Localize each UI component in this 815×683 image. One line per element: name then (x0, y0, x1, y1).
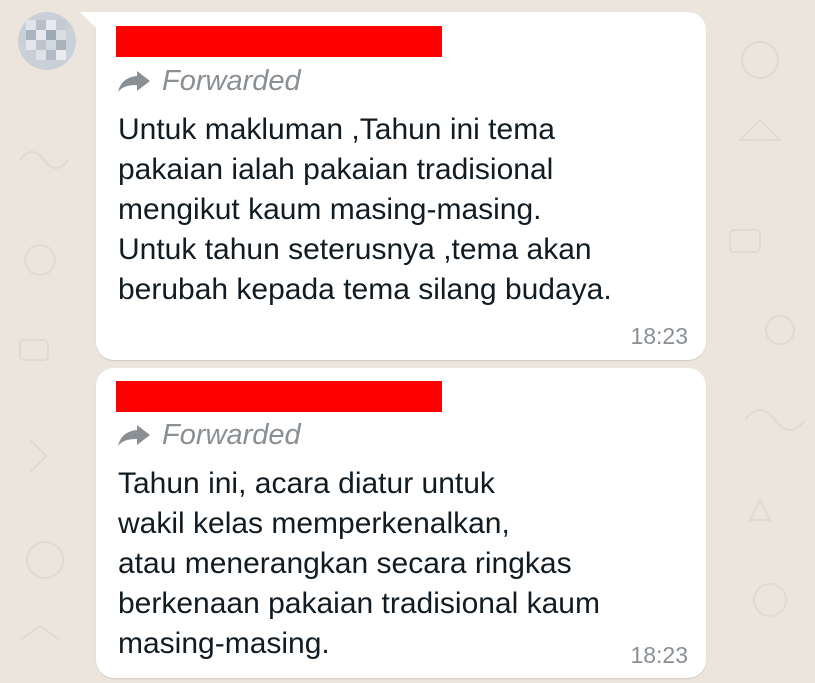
message-bubble[interactable]: Forwarded Tahun ini, acara diatur untuk … (96, 368, 706, 678)
message-line: Tahun ini, acara diatur untuk (118, 467, 495, 500)
redacted-sender-name (116, 26, 442, 57)
message-line: Untuk makluman ,Tahun ini tema (118, 113, 555, 146)
message-line: berkenaan pakaian tradisional kaum (118, 587, 600, 620)
message-text: Tahun ini, acara diatur untuk wakil kela… (118, 464, 693, 664)
message-line: Untuk tahun seterusnya ,tema akan (118, 233, 592, 266)
contact-avatar[interactable] (18, 12, 76, 70)
message-line: berubah kepada tema silang budaya. (118, 273, 612, 306)
redacted-sender-name (116, 381, 442, 412)
message-line: atau menerangkan secara ringkas (118, 547, 572, 580)
message-line: mengikut kaum masing-masing. (118, 193, 542, 226)
message-timestamp: 18:23 (630, 642, 688, 668)
message-line: masing-masing. (118, 627, 330, 660)
message-line: pakaian ialah pakaian tradisional (118, 153, 554, 186)
message-line: wakil kelas memperkenalkan, (118, 507, 510, 540)
message-text: Untuk makluman ,Tahun ini tema pakaian i… (118, 110, 693, 310)
message-timestamp: 18:23 (630, 323, 688, 349)
message-bubble[interactable]: Forwarded Untuk makluman ,Tahun ini tema… (96, 12, 706, 360)
forward-arrow-icon (118, 425, 150, 446)
forwarded-indicator: Forwarded (116, 418, 301, 452)
forwarded-label: Forwarded (162, 419, 301, 451)
forwarded-label: Forwarded (162, 65, 301, 97)
forward-arrow-icon (118, 71, 150, 92)
forwarded-indicator: Forwarded (116, 64, 301, 98)
